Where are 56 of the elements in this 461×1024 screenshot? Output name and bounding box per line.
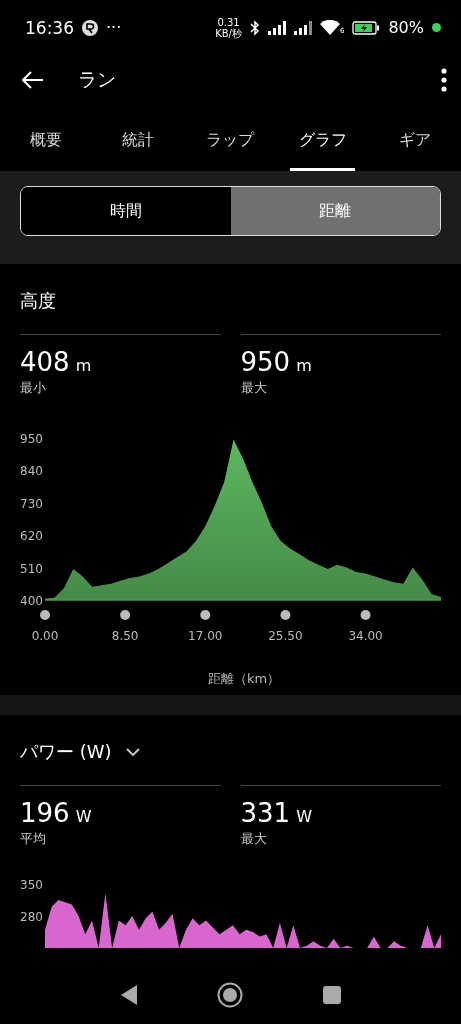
page-title: ラン	[78, 67, 117, 92]
marker-dot	[360, 610, 371, 620]
axis-label: 840	[20, 464, 43, 479]
stat-value: 950	[240, 347, 291, 377]
stat-value: 196	[20, 798, 70, 828]
battery-icon	[352, 20, 381, 35]
more-notifications: ···	[106, 18, 122, 37]
axis-label: 280	[20, 910, 43, 924]
tab[interactable]: ラップ	[184, 105, 277, 171]
bluetooth-icon	[249, 19, 260, 36]
stat-label: 平均	[20, 830, 47, 848]
chevron-down-icon[interactable]	[125, 747, 140, 757]
back-icon[interactable]	[119, 984, 138, 1006]
marker-dot	[40, 610, 50, 620]
status-dot	[432, 23, 441, 32]
axis-label: 34.00	[348, 629, 383, 643]
network-speed: 0.31 KB/秒	[215, 16, 242, 39]
tab[interactable]: 概要	[0, 105, 93, 171]
axis-label: 510	[20, 561, 43, 576]
signal-icon	[293, 20, 312, 35]
section-title[interactable]: パワー (W)	[20, 740, 112, 764]
section-title: 高度	[20, 289, 56, 313]
signal-icon	[267, 20, 286, 35]
axis-label: 350	[20, 878, 43, 892]
stat-value: 331	[240, 798, 291, 828]
axis-title: 距離（km）	[207, 671, 281, 686]
clock: 16:36	[25, 17, 74, 38]
axis-label: 8.50	[111, 629, 139, 643]
battery-level: 80%	[388, 18, 424, 37]
back-arrow-icon[interactable]	[22, 71, 44, 89]
stat-value: 408	[20, 347, 70, 377]
axis-label: 400	[20, 594, 43, 608]
axis-label: 0.00	[31, 629, 59, 643]
marker-dot	[280, 610, 291, 620]
stat-unit: m	[296, 356, 312, 375]
segment-button[interactable]: 距離	[230, 187, 440, 235]
notification-icon	[82, 19, 98, 36]
home-icon[interactable]	[217, 982, 244, 1008]
axis-label: 17.00	[188, 629, 223, 643]
marker-dot	[200, 610, 211, 620]
stat-unit: W	[75, 807, 92, 826]
stat-unit: W	[296, 807, 312, 826]
stat-unit: m	[75, 356, 92, 375]
wifi-icon	[319, 20, 340, 35]
stat-label: 最大	[240, 379, 268, 397]
axis-label: 25.50	[268, 629, 303, 643]
axis-label: 950	[20, 432, 43, 446]
axis-label: 620	[20, 529, 43, 544]
stat-label: 最大	[240, 830, 268, 848]
more-menu-icon[interactable]	[441, 68, 447, 92]
stat-label: 最小	[20, 379, 47, 397]
axis-label: 730	[20, 496, 43, 511]
recents-icon[interactable]	[323, 986, 342, 1004]
marker-dot	[120, 610, 131, 620]
tab[interactable]: 統計	[92, 105, 185, 171]
tab[interactable]: ギア	[368, 105, 461, 171]
